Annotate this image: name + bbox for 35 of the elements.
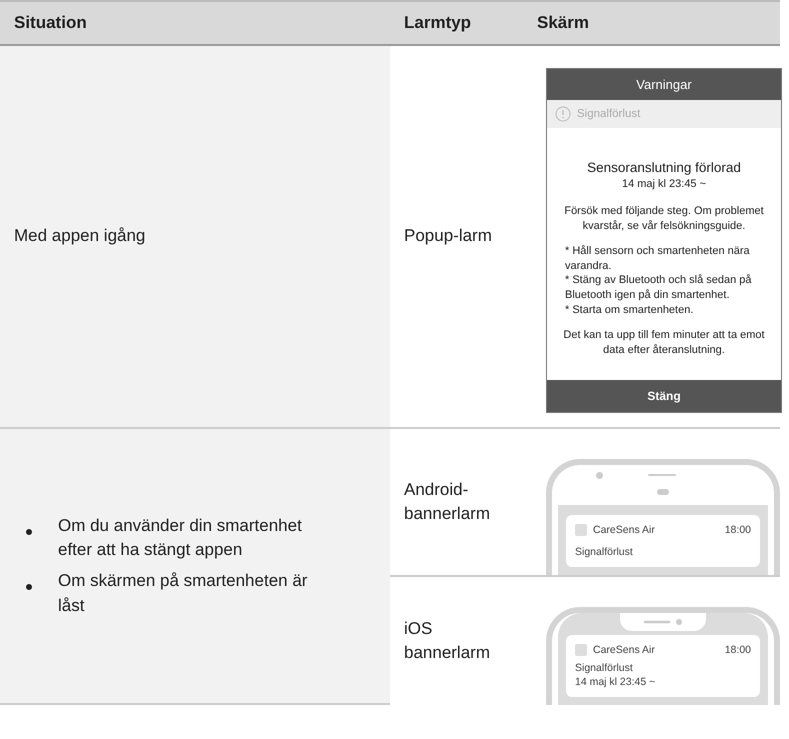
alert-heading: Sensoranslutning förlorad — [586, 160, 742, 175]
app-icon — [575, 644, 587, 656]
notification-text: 14 maj kl 23:45 ~ — [575, 675, 656, 690]
situation-text: Med appen igång — [14, 226, 146, 246]
notification-time: 18:00 — [724, 522, 751, 537]
app-name: CareSens Air — [593, 642, 656, 658]
app-name: CareSens Air — [593, 522, 656, 537]
column-header: Larmtyp — [390, 0, 523, 46]
sensor-pill — [657, 488, 669, 495]
notification-time: 18:00 — [724, 642, 751, 658]
alarm-type: Popup-larm — [404, 225, 492, 248]
app-icon — [575, 524, 587, 536]
alert-label: Signalförlust — [577, 108, 640, 120]
alert-note: Det kan ta upp till fem minuter att ta emot data efter återanslutning. — [562, 328, 766, 358]
column-header: Situation — [0, 0, 390, 46]
screen-title: Varningar — [547, 69, 781, 100]
notification-text: Signalförlust — [575, 661, 634, 676]
alarm-type: iOS bannerlarm — [404, 618, 491, 664]
alarm-type: Android-bannerlarm — [404, 478, 491, 525]
column-header: Skärm — [523, 0, 780, 46]
camera-dot — [596, 472, 603, 479]
bullet-icon — [26, 528, 32, 535]
step-text: * Håll sensorn och smartenheten nära varandra. — [564, 244, 751, 274]
exclamation-icon — [555, 106, 571, 122]
close-button[interactable]: Stäng — [547, 380, 781, 412]
alert-time: 14 maj kl 23:45 ~ — [620, 178, 708, 190]
step-text: * Starta om smartenheten. — [564, 303, 694, 318]
situation-text: Om du använder din smartenhet efter att ha stängt appen — [58, 514, 303, 562]
step-text: * Stäng av Bluetooth och slå sedan på Bluetooth igen på din smartenhet. — [564, 273, 753, 304]
situation-text: Om skärmen på smartenheten är låst — [58, 570, 308, 617]
alert-intro: Försök med följande steg. Om problemet kvarstår, se vår felsökningsguide. — [563, 204, 765, 234]
notification-text: Signalförlust — [575, 544, 634, 559]
bullet-icon — [26, 584, 32, 590]
speaker-slot — [648, 474, 676, 476]
speaker-drawing — [641, 616, 685, 627]
